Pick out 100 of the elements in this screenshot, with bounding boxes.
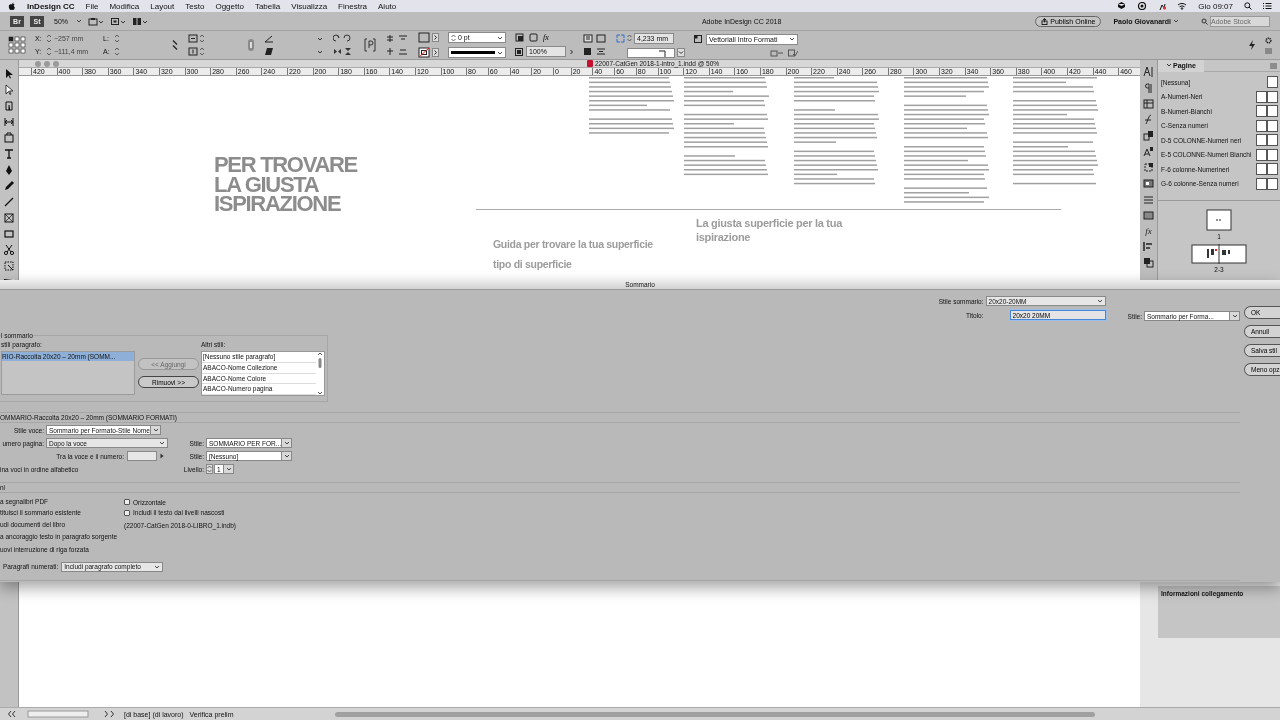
master-spread-thumbnail[interactable]	[1256, 177, 1278, 190]
shear-angle-icon[interactable]	[264, 47, 324, 56]
caret-icon	[76, 18, 82, 24]
scissors-icon[interactable]	[3, 244, 15, 256]
stepper-icon[interactable]	[114, 47, 120, 56]
master-spread-thumbnail[interactable]	[1256, 119, 1278, 132]
stepper-icon[interactable]	[114, 34, 120, 43]
list-icon[interactable]	[1263, 2, 1272, 10]
stroke-swatch-icon[interactable]	[418, 47, 430, 58]
chevron-icon[interactable]	[432, 48, 439, 57]
menu-item[interactable]: Testo	[185, 1, 205, 11]
effects-button[interactable]: fx	[543, 33, 549, 42]
frame-fit-icon[interactable]	[529, 33, 538, 42]
lightning-icon[interactable]	[1248, 40, 1256, 50]
caret-icon	[154, 563, 161, 570]
open-box-icon[interactable]	[1117, 2, 1127, 10]
stepper-icon[interactable]	[206, 464, 213, 474]
caret-icon	[159, 440, 165, 446]
fill-swatch-icon[interactable]	[418, 32, 430, 43]
scrollbar-icon[interactable]	[316, 352, 324, 395]
page-thumbnail[interactable]	[1206, 208, 1232, 231]
caret-icon	[225, 466, 232, 472]
text-cursor-icon[interactable]	[3, 148, 15, 160]
wifi-icon[interactable]	[1177, 2, 1188, 10]
effects-button[interactable]: fx	[1145, 226, 1152, 236]
paragraph-styles-icon[interactable]	[1143, 130, 1154, 141]
clock[interactable]: Gio 09:07	[1198, 1, 1233, 11]
master-spread-thumbnail[interactable]	[1256, 163, 1278, 175]
glyph-icon[interactable]	[1143, 114, 1154, 125]
hollow-arrow-icon[interactable]	[3, 84, 15, 96]
stroke-line-icon	[451, 50, 495, 55]
spread-thumbnail[interactable]	[1191, 243, 1247, 264]
app-name[interactable]: InDesign CC	[27, 1, 75, 11]
chain-link-icon[interactable]	[171, 39, 179, 51]
caret-icon	[1096, 298, 1103, 304]
master-spread-thumbnail[interactable]	[1256, 148, 1278, 161]
settings-icon[interactable]	[1265, 36, 1272, 44]
menu-item[interactable]: File	[85, 1, 99, 11]
menu-item[interactable]: Oggetto	[215, 1, 244, 11]
menu-item[interactable]: Layout	[150, 1, 175, 11]
menu-item[interactable]: Modifica	[109, 1, 140, 11]
align-objects-icon[interactable]	[385, 34, 409, 43]
swatches-icon[interactable]	[1143, 178, 1154, 189]
menu-item[interactable]: Visualizza	[291, 1, 328, 11]
rectangle-tool-icon[interactable]	[3, 228, 15, 240]
text-frame-options-icon[interactable]	[583, 47, 607, 56]
paragraph-mark-icon[interactable]	[1143, 82, 1154, 93]
text-frame-align-icon[interactable]	[583, 34, 607, 43]
gap-tool-icon[interactable]	[3, 116, 15, 128]
distribute-objects-icon[interactable]	[385, 47, 409, 56]
scrollbar[interactable]	[334, 711, 1095, 717]
align-icon[interactable]	[1143, 241, 1154, 252]
stroke-type-dropdown[interactable]	[448, 47, 506, 58]
style-override-icon[interactable]	[788, 48, 798, 57]
view-options-icon[interactable]	[88, 16, 104, 26]
cloud-icon[interactable]	[1137, 2, 1148, 10]
text-wrap-icon[interactable]	[515, 33, 524, 42]
clear-overrides-icon[interactable]	[770, 48, 784, 57]
frame-tool-icon[interactable]	[3, 212, 15, 224]
line-tool-icon[interactable]	[3, 196, 15, 208]
chevron-icon[interactable]	[160, 453, 164, 459]
stepper-icon[interactable]	[627, 34, 632, 42]
character-styles-icon[interactable]	[1143, 146, 1154, 157]
caret-icon	[497, 49, 503, 56]
table-icon[interactable]	[1143, 98, 1154, 109]
pathfinder-icon[interactable]	[1143, 257, 1154, 268]
stepper-icon[interactable]	[46, 34, 52, 43]
screen-mode-icon[interactable]	[110, 16, 126, 26]
content-collector-icon[interactable]	[3, 132, 15, 144]
master-page-thumbnail[interactable]	[1267, 76, 1278, 88]
stepper-icon[interactable]	[46, 47, 52, 56]
caret-icon	[1231, 313, 1238, 319]
stroke-lines-icon[interactable]	[1143, 194, 1154, 205]
master-spread-thumbnail[interactable]	[1256, 105, 1278, 117]
figure-icon[interactable]	[1158, 2, 1167, 10]
separator-field[interactable]	[127, 451, 157, 461]
menu-item[interactable]: Finestra	[338, 1, 367, 11]
menu-item[interactable]: Tabella	[254, 1, 281, 11]
stepper-icon	[451, 33, 456, 42]
constrain-toggle-icon[interactable]	[247, 38, 255, 52]
master-spread-thumbnail[interactable]	[1256, 134, 1278, 146]
paragraph-icon[interactable]	[364, 38, 376, 52]
gradient-swatch-icon[interactable]	[1143, 210, 1154, 221]
headline: PER TROVARE LA GIUSTA ISPIRAZIONE	[214, 155, 359, 214]
caret-icon	[497, 34, 503, 41]
page-tool-icon[interactable]	[3, 100, 15, 112]
search-icon[interactable]	[1244, 2, 1252, 10]
pencil-icon[interactable]	[3, 180, 15, 192]
pen-icon[interactable]	[3, 164, 15, 176]
menu-item[interactable]: Aiuto	[378, 1, 397, 11]
arrange-documents-icon[interactable]	[132, 16, 148, 26]
transform-icon[interactable]	[3, 260, 15, 272]
object-styles-icon[interactable]	[1143, 162, 1154, 173]
character-icon[interactable]	[1143, 66, 1154, 77]
corner-shape-field-icon[interactable]	[627, 47, 675, 58]
selection-arrow-icon[interactable]	[3, 68, 15, 80]
caret-icon[interactable]	[677, 48, 685, 57]
master-spread-thumbnail[interactable]	[1256, 90, 1278, 103]
reference-point-icon[interactable]	[8, 36, 26, 54]
chevron-icon[interactable]	[432, 33, 439, 42]
